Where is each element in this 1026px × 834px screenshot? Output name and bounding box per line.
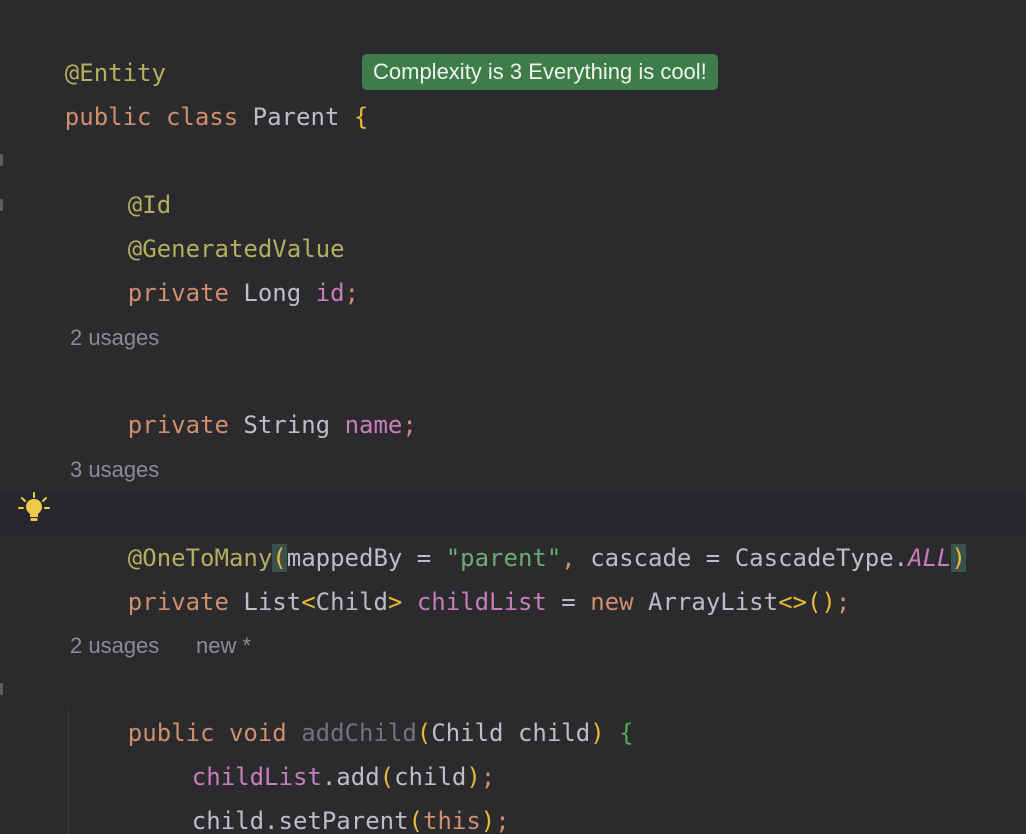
code-line-childlist-field[interactable]: private List<Child> childList = new Arra… [70, 536, 851, 616]
paren-token: ) [590, 719, 605, 747]
dot-token: . [893, 544, 909, 572]
lightbulb-icon[interactable] [18, 492, 50, 524]
param-name-token: child [517, 719, 591, 747]
usages-inlay-hint[interactable]: 2 usages [70, 631, 159, 661]
code-line-entity-annotation[interactable]: @Entity [7, 7, 166, 87]
code-line-onetomany-annotation[interactable]: @OneToMany(mappedBy = "parent", cascade … [70, 492, 966, 572]
code-line-name-field[interactable]: private String name; [70, 359, 417, 439]
code-line-setparent-call[interactable]: child.setParent(this); [134, 755, 510, 834]
type-token: List [243, 588, 302, 616]
keyword-token: this [423, 807, 481, 834]
generic-bracket-token: < [301, 588, 316, 616]
code-line-add-call[interactable]: childList.add(child); [134, 711, 495, 791]
type-token: ArrayList [648, 588, 779, 616]
code-line-addchild-signature[interactable]: public void addChild(Child child) { [70, 667, 634, 747]
type-token: Child [315, 588, 388, 616]
keyword-token: private [127, 279, 229, 307]
generic-bracket-token: <> [778, 588, 807, 616]
method-call-token: .setParent [264, 807, 409, 834]
class-name-token: Parent [252, 103, 340, 131]
type-token: Long [243, 279, 302, 307]
field-token: name [344, 411, 403, 439]
complexity-badge[interactable]: Complexity is 3 Everything is cool! [362, 54, 718, 90]
semicolon-token: ; [835, 588, 851, 616]
code-line-id-field[interactable]: private Long id; [70, 227, 359, 307]
paren-token: ) [480, 807, 496, 834]
usages-inlay-hint[interactable]: 3 usages [70, 455, 159, 485]
keyword-token: public [64, 103, 152, 131]
operator-token: = [546, 588, 591, 616]
field-token: childList [416, 588, 547, 616]
usages-inlay-hint[interactable]: 2 usages [70, 323, 159, 353]
code-editor[interactable]: @Entity public class Parent { Complexity… [0, 0, 1026, 834]
generic-bracket-token: > [387, 588, 403, 616]
semicolon-token: ; [344, 279, 360, 307]
variable-token: child [191, 807, 265, 834]
field-token: id [315, 279, 345, 307]
brace-token: { [619, 719, 634, 747]
keyword-token: new [590, 588, 634, 616]
code-line-generatedvalue-annotation[interactable]: @GeneratedValue [70, 183, 345, 263]
matched-paren-token: ) [951, 544, 966, 572]
gutter-fold-marker[interactable] [0, 199, 3, 211]
indent-guide [68, 710, 69, 834]
code-line-id-annotation[interactable]: @Id [70, 139, 171, 219]
semicolon-token: ; [495, 807, 510, 834]
code-line-class-declaration[interactable]: public class Parent { [7, 51, 368, 131]
keyword-token: private [127, 588, 229, 616]
author-inlay-hint[interactable]: new * [196, 631, 251, 661]
gutter-fold-marker[interactable] [0, 683, 3, 695]
paren-token: ( [408, 807, 423, 834]
type-token: String [243, 411, 331, 439]
gutter-fold-marker[interactable] [0, 154, 3, 166]
keyword-token: class [165, 103, 239, 131]
keyword-token: private [127, 411, 229, 439]
paren-token: () [806, 588, 836, 616]
brace-token: { [353, 103, 369, 131]
semicolon-token: ; [402, 411, 417, 439]
enum-constant-token: ALL [908, 544, 952, 572]
